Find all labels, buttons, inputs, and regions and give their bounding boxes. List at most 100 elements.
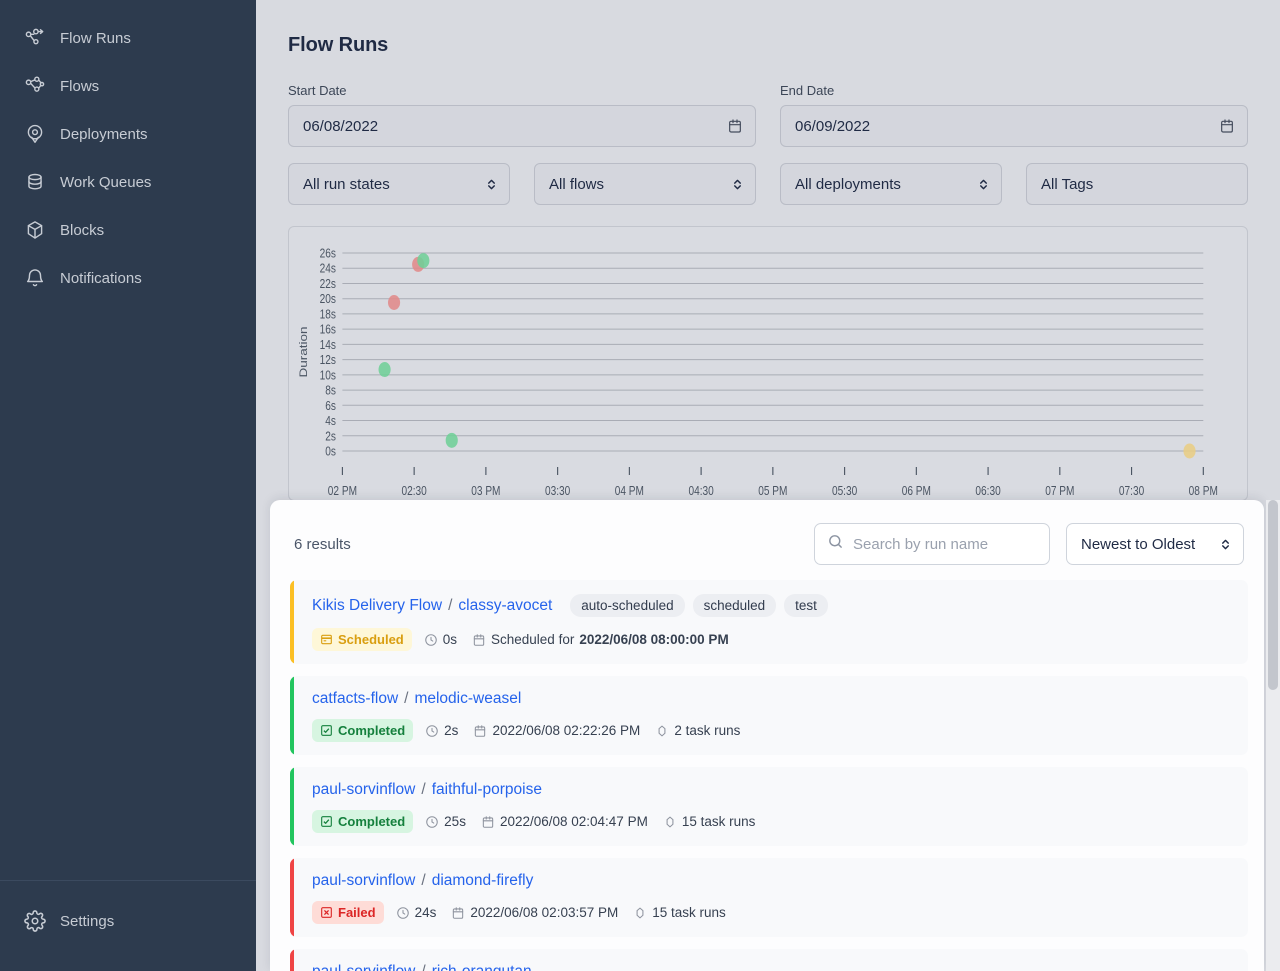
sidebar-item-label: Blocks: [60, 221, 105, 239]
task-run-count: 2 task runs: [655, 723, 740, 738]
run-name-link[interactable]: classy-avocet: [458, 597, 552, 615]
clock-icon: [424, 633, 438, 647]
task-runs-icon: [633, 906, 647, 920]
tags-value: All Tags: [1041, 175, 1094, 193]
flow-run-row[interactable]: paul-sorvinflow/rich-orangutanFailed20s2…: [290, 949, 1248, 971]
chart-point-completed[interactable]: [445, 432, 458, 448]
tag[interactable]: test: [784, 594, 828, 617]
gear-icon: [24, 910, 46, 932]
calendar-icon: [473, 724, 487, 738]
start-date-label: Start Date: [288, 83, 347, 98]
sidebar-item-notifications[interactable]: Notifications: [0, 254, 256, 302]
chart-ytick-label: 22s: [320, 278, 337, 291]
chart-xtick-label: 04 PM: [615, 485, 644, 498]
clock-icon: [396, 906, 410, 920]
duration-label: 25s: [444, 814, 466, 829]
sidebar-item-flow-runs[interactable]: Flow Runs: [0, 14, 256, 62]
chart-ytick-label: 2s: [325, 430, 336, 443]
search-field[interactable]: [853, 535, 1037, 553]
main-content: Flow Runs Start Date 06/08/2022 End Date…: [256, 0, 1280, 971]
flows-value: All flows: [549, 175, 605, 193]
duration-label: 2s: [444, 723, 459, 738]
chart-point-completed[interactable]: [378, 362, 391, 378]
status-label: Scheduled: [338, 632, 404, 647]
flow-run-row[interactable]: Kikis Delivery Flow / classy-avocet auto-sc…: [290, 580, 1248, 664]
deployments-select[interactable]: All deployments: [780, 163, 1002, 205]
page-title: Flow Runs: [288, 34, 389, 56]
chart-point-failed[interactable]: [387, 295, 401, 310]
sidebar-item-flows[interactable]: Flows: [0, 62, 256, 110]
timestamp: 2022/06/08 08:00:00 PM: [579, 632, 729, 647]
tag[interactable]: auto-scheduled: [570, 594, 685, 617]
run-title: paul-sorvinflow / diamond-firefly: [312, 872, 1232, 890]
chart-point-completed[interactable]: [417, 253, 430, 269]
sidebar-item-label: Deployments: [60, 125, 148, 143]
chart-ytick-label: 8s: [325, 385, 336, 398]
sidebar-nav-list: Flow Runs Flows Deployments Work Queues Bloc…: [0, 0, 256, 880]
name-separator: /: [448, 596, 453, 614]
run-name-link[interactable]: rich-orangutan: [432, 963, 532, 971]
flow-run-row[interactable]: paul-sorvinflow / faithful-porpoise Complet…: [290, 767, 1248, 846]
search-input[interactable]: [814, 523, 1050, 565]
sidebar-item-work-queues[interactable]: Work Queues: [0, 158, 256, 206]
end-date-input[interactable]: 06/09/2022: [780, 105, 1248, 147]
calendar-icon[interactable]: [727, 118, 743, 134]
scrollbar-thumb[interactable]: [1268, 500, 1278, 690]
run-states-select[interactable]: All run states: [288, 163, 510, 205]
chart-ytick-label: 4s: [325, 415, 336, 428]
flow-name-link[interactable]: paul-sorvinflow: [312, 781, 415, 799]
flow-name-link[interactable]: paul-sorvinflow: [312, 872, 415, 890]
chart-ytick-label: 18s: [320, 309, 337, 322]
start-date-input[interactable]: 06/08/2022: [288, 105, 756, 147]
run-duration: 0s: [424, 632, 457, 647]
run-meta: Completed 2s 2022/06/08 02:22:26 PM 2 task …: [312, 719, 1232, 742]
timestamp: 2022/06/08 02:22:26 PM: [492, 723, 641, 738]
results-panel: 6 results Newest to Oldest: [270, 500, 1264, 971]
name-separator: /: [421, 872, 426, 889]
chart-ytick-label: 16s: [320, 324, 337, 337]
status-badge[interactable]: Completed: [312, 719, 414, 742]
chart-ytick-label: 0s: [325, 446, 336, 459]
calendar-icon: [472, 633, 486, 647]
flows-select[interactable]: All flows: [534, 163, 756, 205]
task-run-count: 15 task runs: [633, 905, 726, 920]
chart-xtick-label: 02:30: [401, 485, 426, 498]
task-runs-icon: [655, 724, 669, 738]
run-name-link[interactable]: faithful-porpoise: [432, 781, 542, 799]
tags-input[interactable]: All Tags: [1026, 163, 1248, 205]
run-states-value: All run states: [303, 175, 390, 193]
results-scrollbar[interactable]: [1266, 500, 1280, 971]
chart-ytick-label: 12s: [320, 354, 337, 367]
tag[interactable]: scheduled: [692, 594, 777, 617]
calendar-icon[interactable]: [1219, 118, 1235, 134]
sidebar-item-deployments[interactable]: Deployments: [0, 110, 256, 158]
run-duration: 2s: [425, 723, 458, 738]
status-badge[interactable]: Failed: [312, 901, 384, 924]
flow-name-link[interactable]: Kikis Delivery Flow: [312, 597, 442, 615]
task-runs-label: 15 task runs: [652, 905, 726, 920]
sidebar-item-settings[interactable]: Settings: [0, 897, 256, 945]
status-label: Completed: [338, 814, 406, 829]
status-badge[interactable]: Scheduled: [312, 628, 412, 651]
sort-select[interactable]: Newest to Oldest: [1066, 523, 1244, 565]
calendar-icon: [481, 815, 495, 829]
flow-name-link[interactable]: paul-sorvinflow: [312, 963, 415, 971]
sidebar-item-blocks[interactable]: Blocks: [0, 206, 256, 254]
flow-run-row[interactable]: paul-sorvinflow / diamond-firefly Failed 24s…: [290, 858, 1248, 937]
chart-ytick-label: 14s: [320, 339, 337, 352]
run-name-link[interactable]: melodic-weasel: [414, 690, 521, 708]
chevron-updown-icon: [732, 177, 743, 192]
flows-icon: [24, 75, 46, 97]
chart-xtick-label: 03:30: [545, 485, 570, 498]
chart-xtick-label: 04:30: [688, 485, 713, 498]
flow-name-link[interactable]: catfacts-flow: [312, 690, 398, 708]
sidebar-footer: Settings: [0, 880, 256, 971]
chart-xtick-label: 08 PM: [1189, 485, 1218, 498]
run-name-link[interactable]: diamond-firefly: [432, 872, 534, 890]
chart-point-scheduled[interactable]: [1183, 443, 1196, 459]
work-queues-icon: [24, 171, 46, 193]
sort-value: Newest to Oldest: [1081, 535, 1196, 553]
flow-run-row[interactable]: catfacts-flow / melodic-weasel Completed 2s 2…: [290, 676, 1248, 755]
status-badge[interactable]: Completed: [312, 810, 414, 833]
task-runs-icon: [663, 815, 677, 829]
